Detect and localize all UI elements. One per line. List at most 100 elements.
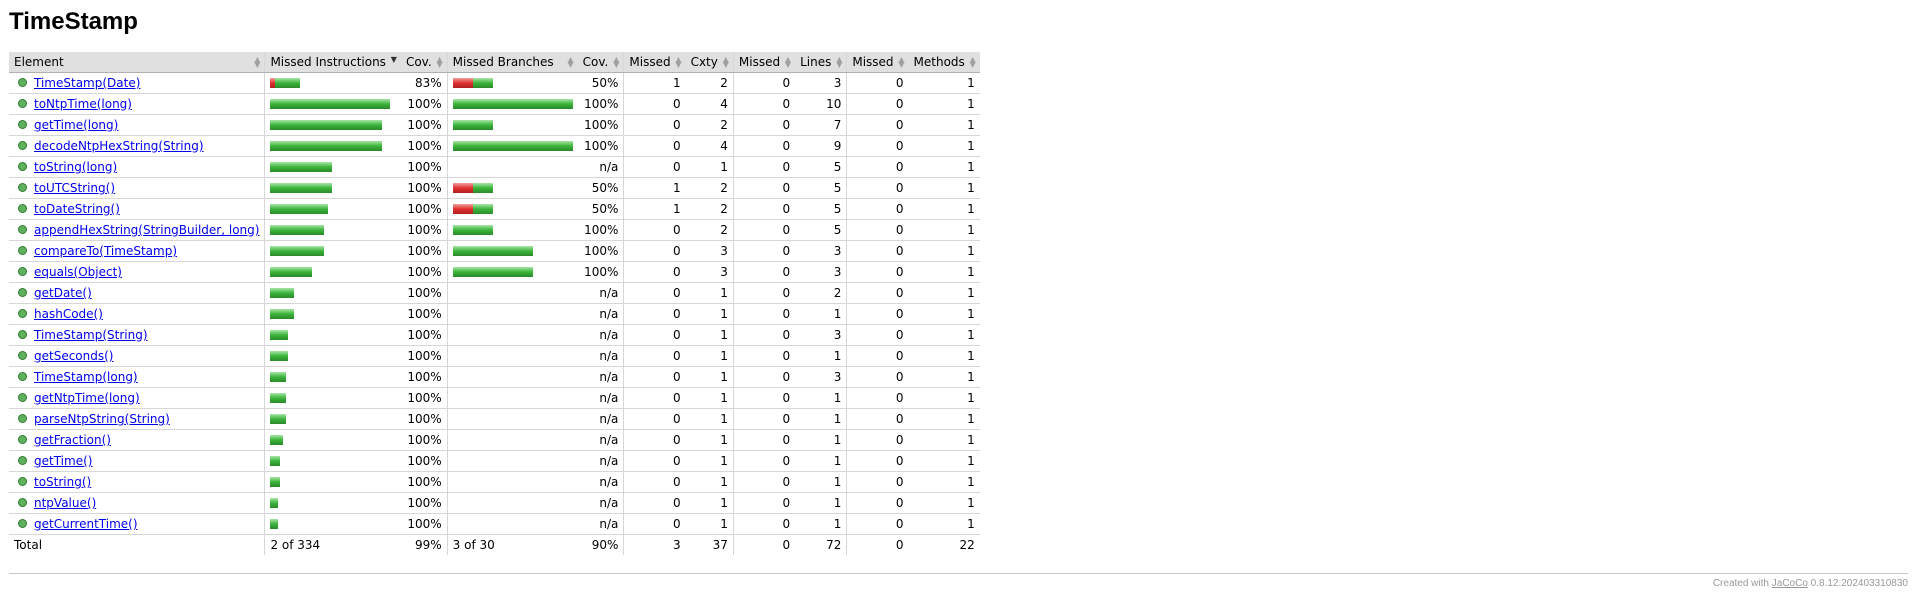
methods: 1 — [908, 219, 980, 241]
header-lines[interactable]: Lines ▲ ▼ — [795, 52, 847, 73]
branches-bar-cell — [446, 114, 578, 136]
instructions-coverage: 100% — [400, 429, 448, 451]
methods: 1 — [908, 198, 980, 220]
branches-coverage-bar — [453, 477, 573, 487]
method-link[interactable]: parseNtpString(String) — [34, 412, 170, 426]
header-missed-instructions[interactable]: Missed Instructions ▼ — [264, 52, 401, 73]
method-link[interactable]: toDateString() — [34, 202, 120, 216]
methods: 1 — [908, 450, 980, 472]
complexity-missed: 0 — [623, 345, 686, 367]
total-methods: 22 — [908, 534, 980, 555]
element-cell: appendHexString(StringBuilder, long) — [9, 219, 265, 241]
table-row: toString() 100% n/a 0 1 0 1 0 1 — [9, 471, 980, 493]
table-row: TimeStamp(long) 100% n/a 0 1 0 3 0 1 — [9, 366, 980, 388]
branches-coverage: n/a — [577, 303, 624, 325]
method-link[interactable]: getTime() — [34, 454, 92, 468]
header-lines-missed[interactable]: Missed ▲ ▼ — [732, 52, 796, 73]
jacoco-link[interactable]: JaCoCo — [1772, 578, 1808, 589]
branches-coverage: 50% — [577, 198, 624, 220]
methods-missed: 0 — [846, 303, 909, 325]
branches-coverage: n/a — [577, 471, 624, 493]
complexity: 1 — [685, 429, 734, 451]
method-link[interactable]: toUTCString() — [34, 181, 115, 195]
sort-icon: ▲ ▼ — [836, 55, 843, 69]
covered-bar-segment — [452, 141, 573, 151]
lines: 1 — [795, 387, 847, 409]
element-cell: toNtpTime(long) — [9, 93, 265, 115]
method-link[interactable]: TimeStamp(long) — [34, 370, 138, 384]
method-link[interactable]: toString() — [34, 475, 91, 489]
methods-missed: 0 — [846, 198, 909, 220]
method-link[interactable]: getFraction() — [34, 433, 111, 447]
method-link[interactable]: decodeNtpHexString(String) — [34, 139, 204, 153]
method-link[interactable]: TimeStamp(Date) — [34, 76, 140, 90]
total-instructions-coverage: 99% — [400, 534, 448, 555]
lines: 3 — [795, 261, 847, 283]
method-link[interactable]: toNtpTime(long) — [34, 97, 132, 111]
instructions-bar-cell — [264, 93, 401, 115]
header-element[interactable]: Element ▲ ▼ — [9, 52, 265, 73]
header-methods[interactable]: Methods ▲ ▼ — [908, 52, 980, 73]
total-lines-missed: 0 — [732, 534, 796, 555]
element-cell: compareTo(TimeStamp) — [9, 240, 265, 262]
method-link[interactable]: getCurrentTime() — [34, 517, 138, 531]
branches-coverage-bar — [453, 435, 573, 445]
covered-bar-segment — [270, 519, 279, 529]
element-cell: toUTCString() — [9, 177, 265, 199]
covered-bar-segment — [270, 183, 333, 193]
covered-bar-segment — [270, 456, 281, 466]
method-link[interactable]: ntpValue() — [34, 496, 96, 510]
complexity-missed: 0 — [623, 240, 686, 262]
header-missed-branches[interactable]: Missed Branches ▲ ▼ — [446, 52, 578, 73]
method-link[interactable]: compareTo(TimeStamp) — [34, 244, 177, 258]
branches-bar-cell — [446, 324, 578, 346]
header-label: Methods — [913, 55, 965, 69]
covered-bar-segment — [270, 288, 295, 298]
total-lines: 72 — [795, 534, 847, 555]
branches-coverage-bar — [452, 246, 573, 256]
header-instructions-coverage[interactable]: Cov. ▲ ▼ — [400, 52, 448, 73]
method-link[interactable]: toString(long) — [34, 160, 117, 174]
instructions-coverage-bar — [270, 393, 395, 403]
method-link[interactable]: appendHexString(StringBuilder, long) — [34, 223, 259, 237]
instructions-bar-cell — [264, 492, 401, 514]
lines: 1 — [795, 450, 847, 472]
method-link[interactable]: getNtpTime(long) — [34, 391, 140, 405]
table-body: TimeStamp(Date) 83% 50% 1 2 0 3 0 1 toNtpTime(lon… — [9, 72, 980, 535]
lines: 3 — [795, 240, 847, 262]
branches-coverage: 100% — [577, 135, 624, 157]
covered-bar-segment — [270, 477, 281, 487]
header-label: Missed — [738, 55, 781, 69]
covered-bar-segment — [270, 141, 383, 151]
header-label: Missed Branches — [452, 55, 554, 69]
covered-bar-segment — [452, 246, 533, 256]
branches-coverage-bar — [453, 372, 573, 382]
methods: 1 — [908, 156, 980, 178]
complexity-missed: 0 — [623, 156, 686, 178]
header-label: Cov. — [405, 55, 432, 69]
method-link[interactable]: hashCode() — [34, 307, 103, 321]
header-methods-missed[interactable]: Missed ▲ ▼ — [846, 52, 909, 73]
complexity: 1 — [685, 450, 734, 472]
instructions-coverage: 83% — [400, 72, 448, 94]
instructions-coverage: 100% — [400, 219, 448, 241]
method-link[interactable]: getDate() — [34, 286, 92, 300]
methods-missed: 0 — [846, 387, 909, 409]
element-cell: getTime(long) — [9, 114, 265, 136]
method-link[interactable]: TimeStamp(String) — [34, 328, 148, 342]
branches-bar-cell — [446, 387, 578, 409]
header-complexity-missed[interactable]: Missed ▲ ▼ — [623, 52, 686, 73]
instructions-coverage: 100% — [400, 408, 448, 430]
header-branches-coverage[interactable]: Cov. ▲ ▼ — [577, 52, 624, 73]
table-row: compareTo(TimeStamp) 100% 100% 0 3 0 3 0 1 — [9, 240, 980, 262]
header-complexity[interactable]: Cxty ▲ ▼ — [685, 52, 734, 73]
complexity-missed: 0 — [623, 93, 686, 115]
lines: 1 — [795, 492, 847, 514]
method-link[interactable]: equals(Object) — [34, 265, 122, 279]
method-link[interactable]: getTime(long) — [34, 118, 118, 132]
lines-missed: 0 — [732, 513, 796, 535]
lines: 10 — [795, 93, 847, 115]
footer-version: 0.8.12.202403310830 — [1807, 578, 1908, 589]
covered-bar-segment — [270, 225, 325, 235]
method-link[interactable]: getSeconds() — [34, 349, 113, 363]
